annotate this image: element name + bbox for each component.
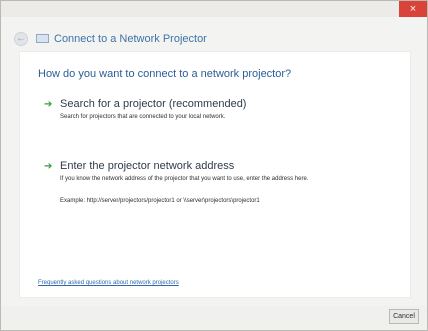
green-arrow-icon: ➔ [44, 161, 53, 172]
back-arrow-icon[interactable]: ← [14, 32, 28, 46]
network-projector-icon [36, 34, 49, 43]
close-button[interactable]: × [399, 1, 427, 17]
content-panel: How do you want to connect to a network … [19, 51, 411, 298]
faq-link[interactable]: Frequently asked questions about network… [38, 280, 179, 286]
option-title[interactable]: Enter the projector network address [60, 160, 234, 172]
title-bar: × [1, 1, 427, 17]
option-description: If you know the network address of the p… [60, 176, 309, 182]
option-description: Search for projectors that are connected… [60, 114, 226, 120]
option-example: Example: http://server/projectors/projec… [60, 198, 260, 204]
window-title: Connect to a Network Projector [54, 33, 207, 45]
option-title[interactable]: Search for a projector (recommended) [60, 98, 246, 110]
page-heading: How do you want to connect to a network … [38, 68, 292, 80]
footer-bar: Cancel [1, 306, 427, 330]
window-header: ← Connect to a Network Projector [1, 29, 427, 51]
green-arrow-icon: ➔ [44, 99, 53, 110]
window: × ← Connect to a Network Projector How d… [0, 0, 428, 331]
cancel-button[interactable]: Cancel [389, 309, 419, 324]
